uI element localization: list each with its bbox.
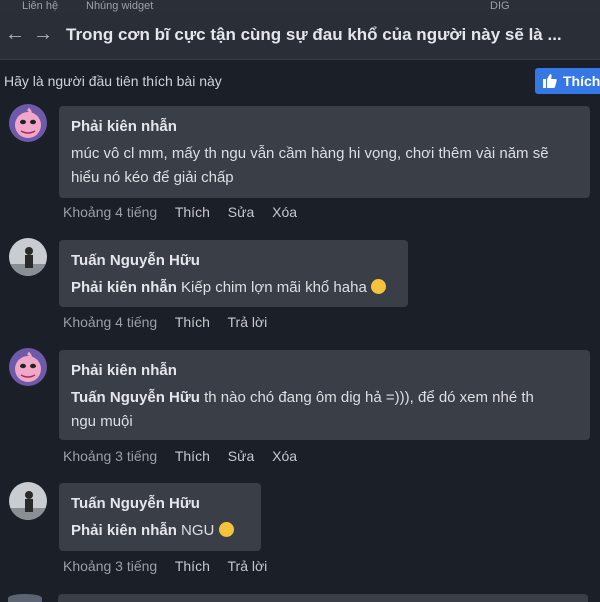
comment-author[interactable]: Tuấn Nguyễn Hữu (71, 252, 396, 269)
person-photo-avatar[interactable] (9, 482, 47, 520)
comment-text: Phải kiên nhẫn Kiếp chim lợn mãi khổ hah… (71, 276, 396, 300)
comment-bubble-3: Phải kiên nhẫn Tuấn Nguyễn Hữu th nào ch… (59, 350, 590, 440)
like-comment-button[interactable]: Thích (175, 204, 210, 220)
menu-contact-link[interactable]: Liên hệ (22, 0, 58, 12)
comment-bubble-2: Tuấn Nguyễn Hữu Phải kiên nhẫn Kiếp chim… (59, 240, 408, 307)
mention-link[interactable]: Tuấn Nguyễn Hữu (71, 389, 200, 406)
comment-timestamp: Khoảng 4 tiếng (63, 314, 158, 330)
comment-bubble-1: Phải kiên nhẫn múc vô cl mm, mấy th ngu … (59, 106, 590, 198)
comment-bubble-5 (58, 594, 588, 602)
comment-text: Phải kiên nhẫn NGU (71, 519, 249, 543)
person-photo-avatar[interactable] (9, 238, 47, 276)
comment-line: Kiếp chim lợn mãi khổ haha (176, 279, 367, 296)
edit-comment-button[interactable]: Sửa (228, 448, 255, 464)
comment-actions-3: Khoảng 3 tiếng Thích Sửa Xóa (63, 448, 311, 464)
post-title: Trong cơn bĩ cực tận cùng sự đau khổ của… (66, 25, 562, 44)
reply-comment-button[interactable]: Trả lời (228, 558, 268, 574)
comment-actions-2: Khoảng 4 tiếng Thích Trả lời (63, 314, 281, 330)
mention-link[interactable]: Phải kiên nhẫn (71, 279, 177, 296)
comment-line: ngu muội (71, 413, 133, 430)
top-menu-strip: Liên hệ Nhúng widget DIG (0, 0, 600, 14)
arrow-left-icon[interactable]: ← (4, 24, 26, 46)
comment-line: hiểu nó kéo để giải chấp (71, 169, 234, 186)
mention-link[interactable]: Phải kiên nhẫn (71, 522, 177, 539)
avatar (8, 594, 42, 602)
menu-embed-widget-link[interactable]: Nhúng widget (86, 0, 153, 12)
comment-actions-4: Khoảng 3 tiếng Thích Trả lời (63, 558, 281, 574)
like-comment-button[interactable]: Thích (175, 448, 210, 464)
comment-text: múc vô cl mm, mấy th ngu vẫn cầm hàng hi… (71, 142, 578, 190)
arrow-right-icon[interactable]: → (32, 24, 54, 46)
like-prompt-text: Hãy là người đầu tiên thích bài này (4, 73, 222, 89)
edit-comment-button[interactable]: Sửa (228, 204, 255, 220)
pink-character-avatar[interactable] (9, 348, 47, 386)
tongue-out-emoji-icon (218, 522, 234, 537)
pink-character-avatar[interactable] (9, 104, 47, 142)
like-button-label: Thích (563, 73, 600, 89)
smiling-emoji-icon (370, 279, 386, 294)
comment-line: múc vô cl mm, mấy th ngu vẫn cầm hàng hi… (71, 145, 549, 162)
comment-text: Tuấn Nguyễn Hữu th nào chó đang ôm dig h… (71, 386, 578, 434)
like-comment-button[interactable]: Thích (175, 314, 210, 330)
comment-line: th nào chó đang ôm dig hả =))), để dó xe… (199, 389, 534, 406)
comment-timestamp: Khoảng 3 tiếng (63, 448, 158, 464)
comment-line: NGU (176, 522, 215, 539)
delete-comment-button[interactable]: Xóa (272, 204, 297, 220)
next-comment-partial (0, 592, 600, 602)
search-ticker-text[interactable]: DIG (490, 0, 510, 12)
comment-author[interactable]: Tuấn Nguyễn Hữu (71, 495, 249, 512)
comment-actions-1: Khoảng 4 tiếng Thích Sửa Xóa (63, 204, 311, 220)
comment-author[interactable]: Phải kiên nhẫn (71, 362, 578, 379)
reply-comment-button[interactable]: Trả lời (228, 314, 268, 330)
comment-bubble-4: Tuấn Nguyễn Hữu Phải kiên nhẫn NGU (59, 483, 261, 551)
delete-comment-button[interactable]: Xóa (272, 448, 297, 464)
thumbs-up-icon (543, 74, 557, 88)
like-bar: Hãy là người đầu tiên thích bài này Thíc… (0, 60, 600, 100)
like-button[interactable]: Thích (535, 68, 600, 94)
comment-timestamp: Khoảng 4 tiếng (63, 204, 158, 220)
like-comment-button[interactable]: Thích (175, 558, 210, 574)
comment-timestamp: Khoảng 3 tiếng (63, 558, 158, 574)
comment-author[interactable]: Phải kiên nhẫn (71, 118, 578, 135)
post-header: ← → Trong cơn bĩ cực tận cùng sự đau khổ… (0, 14, 600, 60)
